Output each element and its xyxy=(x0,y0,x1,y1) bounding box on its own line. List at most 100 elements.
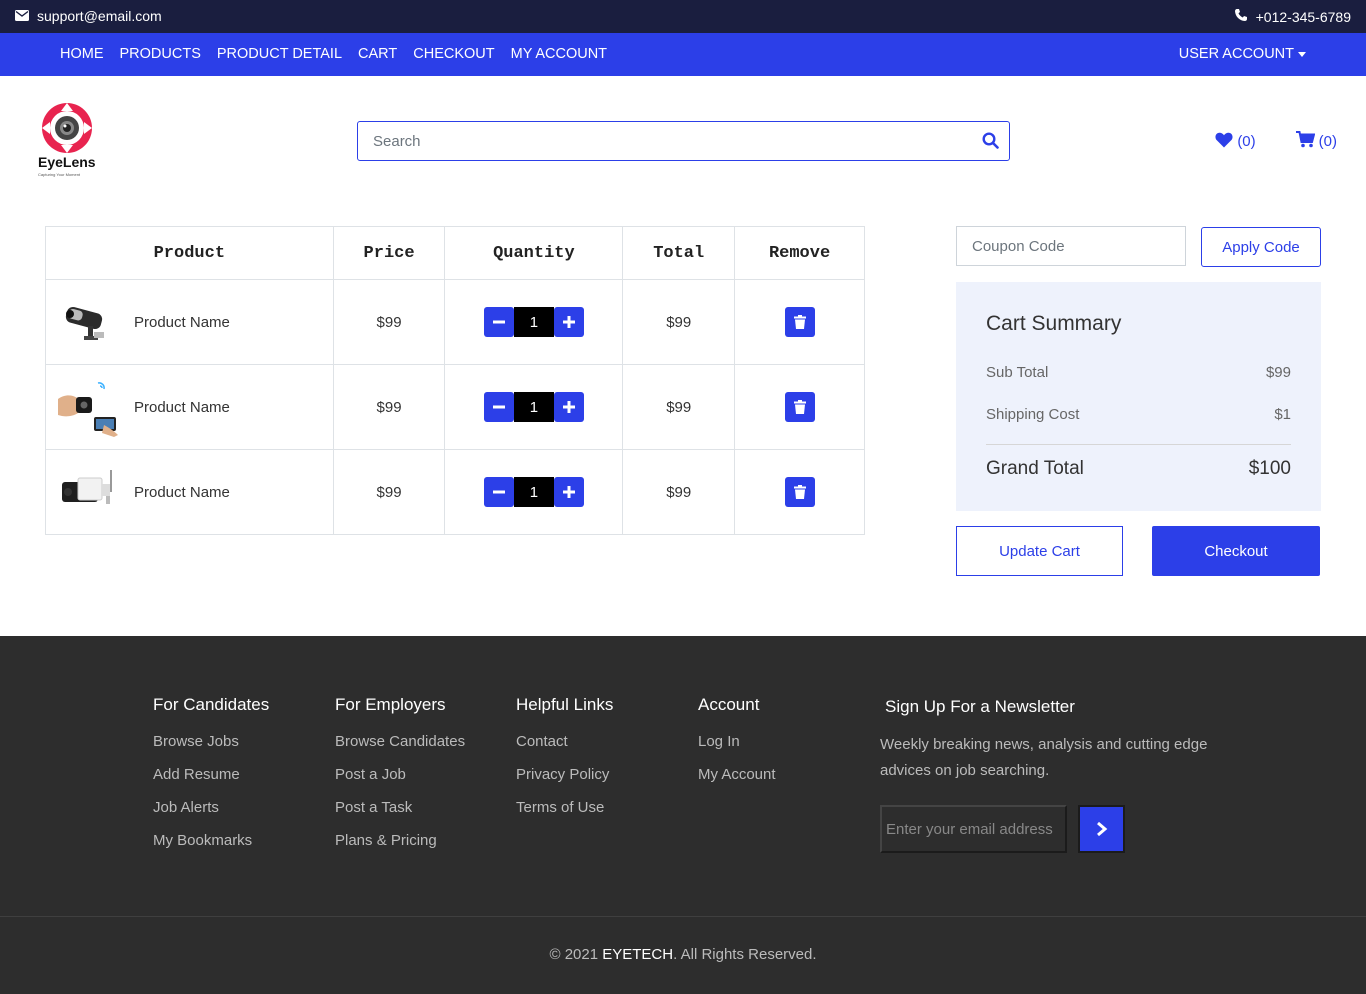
minus-icon xyxy=(492,405,505,409)
footer-link[interactable]: Browse Candidates xyxy=(335,733,465,766)
nav-checkout[interactable]: CHECKOUT xyxy=(413,46,494,62)
plus-icon xyxy=(562,486,575,498)
price-cell: $99 xyxy=(332,449,446,535)
cart-link[interactable]: (0) xyxy=(1295,131,1337,152)
product-name[interactable]: Product Name xyxy=(134,314,230,331)
remove-item-button[interactable] xyxy=(784,392,815,422)
newsletter-title: Sign Up For a Newsletter xyxy=(885,697,1075,716)
contact-phone[interactable]: +012-345-6789 xyxy=(1234,8,1351,25)
total-cell: $99 xyxy=(622,449,736,535)
footer-col-title: Account xyxy=(698,695,760,714)
increase-quantity-button[interactable] xyxy=(553,307,584,337)
increase-quantity-button[interactable] xyxy=(553,477,584,507)
search-bar xyxy=(357,121,1010,161)
remove-item-button[interactable] xyxy=(784,477,815,507)
footer-link[interactable]: My Account xyxy=(698,766,776,799)
envelope-icon xyxy=(15,8,29,24)
cctv-camera-icon xyxy=(65,306,104,340)
product-cell: Product Name xyxy=(45,364,334,450)
quantity-value[interactable]: 1 xyxy=(513,392,554,422)
product-cell: Product Name xyxy=(45,449,334,535)
nav-my-account[interactable]: MY ACCOUNT xyxy=(511,46,607,62)
checkout-button[interactable]: Checkout xyxy=(1152,526,1320,576)
quantity-cell: 1 xyxy=(444,364,624,450)
search-input[interactable] xyxy=(358,122,1009,160)
decrease-quantity-button[interactable] xyxy=(483,307,514,337)
newsletter-text: Weekly breaking news, analysis and cutti… xyxy=(880,736,1208,779)
remove-cell xyxy=(734,279,865,365)
increase-quantity-button[interactable] xyxy=(553,392,584,422)
brand-logo[interactable]: EyeLens Capturing Your Moment xyxy=(36,99,100,181)
total-cell: $99 xyxy=(622,364,736,450)
user-account-dropdown[interactable]: USER ACCOUNT xyxy=(1179,46,1306,62)
footer-link[interactable]: Add Resume xyxy=(153,766,269,799)
grand-total-value: $100 xyxy=(1248,458,1291,479)
footer-link[interactable]: Job Alerts xyxy=(153,799,269,832)
heart-icon xyxy=(1215,132,1233,152)
product-name[interactable]: Product Name xyxy=(134,484,230,501)
nav-products[interactable]: PRODUCTS xyxy=(120,46,201,62)
grand-total-label: Grand Total xyxy=(986,458,1084,479)
nav-cart[interactable]: CART xyxy=(358,46,397,62)
phone-text: +012-345-6789 xyxy=(1255,8,1351,25)
coupon-code-input[interactable] xyxy=(957,227,1185,265)
product-image[interactable] xyxy=(58,292,118,352)
contact-email[interactable]: support@email.com xyxy=(15,8,162,24)
email-text: support@email.com xyxy=(37,8,162,24)
newsletter-email-input[interactable] xyxy=(880,805,1067,853)
wishlist-link[interactable]: (0) xyxy=(1215,131,1256,152)
header-remove: Remove xyxy=(734,226,865,280)
newsletter-submit-button[interactable] xyxy=(1078,805,1125,853)
quantity-cell: 1 xyxy=(444,279,624,365)
footer-link[interactable]: Log In xyxy=(698,733,776,766)
total-cell: $99 xyxy=(622,279,736,365)
decrease-quantity-button[interactable] xyxy=(483,392,514,422)
cart-summary: Cart Summary Sub Total $99 Shipping Cost… xyxy=(956,282,1321,511)
plus-icon xyxy=(562,401,575,413)
copyright-brand[interactable]: EYETECH xyxy=(602,946,673,963)
quantity-value[interactable]: 1 xyxy=(513,307,554,337)
decrease-quantity-button[interactable] xyxy=(483,477,514,507)
remove-cell xyxy=(734,449,865,535)
product-image[interactable] xyxy=(58,462,118,522)
product-image[interactable] xyxy=(58,377,118,437)
footer-link[interactable]: Privacy Policy xyxy=(516,766,613,799)
camera-lens-icon xyxy=(42,103,92,153)
table-row: Product Name $99 1 $99 xyxy=(45,279,865,365)
footer-link[interactable]: My Bookmarks xyxy=(153,832,269,865)
logo-tagline: Capturing Your Moment xyxy=(38,172,81,177)
shopping-cart-icon xyxy=(1295,131,1315,152)
cart-count: (0) xyxy=(1318,133,1337,150)
footer-col-helpful-links: Helpful Links Contact Privacy Policy Ter… xyxy=(516,695,613,832)
copyright-suffix: . All Rights Reserved. xyxy=(673,946,817,963)
coupon-field xyxy=(956,226,1186,266)
remove-item-button[interactable] xyxy=(784,307,815,337)
apply-code-button[interactable]: Apply Code xyxy=(1201,227,1321,267)
nav-home[interactable]: HOME xyxy=(60,46,104,62)
footer-col-title: For Candidates xyxy=(153,695,270,714)
logo-name: EyeLens xyxy=(38,154,96,170)
copyright-prefix: © 2021 xyxy=(549,946,603,963)
footer: For Candidates Browse Jobs Add Resume Jo… xyxy=(0,636,1366,994)
footer-col-title: Helpful Links xyxy=(516,695,614,714)
search-icon[interactable] xyxy=(982,132,999,154)
footer-col-title: For Employers xyxy=(335,695,446,714)
subtotal-row: Sub Total $99 xyxy=(986,364,1291,381)
product-name[interactable]: Product Name xyxy=(134,399,230,416)
quantity-stepper: 1 xyxy=(483,307,584,337)
footer-link[interactable]: Post a Task xyxy=(335,799,465,832)
footer-link[interactable]: Terms of Use xyxy=(516,799,613,832)
remove-cell xyxy=(734,364,865,450)
plus-icon xyxy=(562,316,575,328)
footer-link[interactable]: Post a Job xyxy=(335,766,465,799)
minus-icon xyxy=(492,320,505,324)
footer-link[interactable]: Contact xyxy=(516,733,613,766)
footer-link[interactable]: Browse Jobs xyxy=(153,733,269,766)
quantity-stepper: 1 xyxy=(483,477,584,507)
footer-link[interactable]: Plans & Pricing xyxy=(335,832,465,865)
nav-product-detail[interactable]: PRODUCT DETAIL xyxy=(217,46,342,62)
update-cart-button[interactable]: Update Cart xyxy=(956,526,1123,576)
quantity-value[interactable]: 1 xyxy=(513,477,554,507)
main-nav: HOME PRODUCTS PRODUCT DETAIL CART CHECKO… xyxy=(0,33,1366,76)
footer-col-account: Account Log In My Account xyxy=(698,695,776,799)
